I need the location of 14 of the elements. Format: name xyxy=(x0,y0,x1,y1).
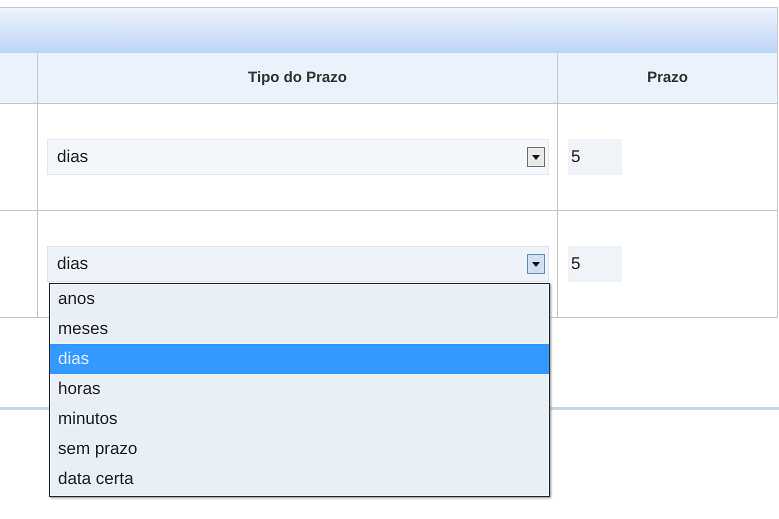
dropdown-option[interactable]: horas xyxy=(50,374,549,404)
dropdown-option[interactable]: anos xyxy=(50,284,549,314)
dropdown-option[interactable]: minutos xyxy=(50,404,549,434)
caret-icon xyxy=(527,254,545,274)
dropdown-field[interactable]: dias xyxy=(47,246,549,282)
column-header: Tipo do Prazo xyxy=(38,53,558,103)
dropdown-option[interactable]: data certa xyxy=(50,464,549,494)
caret-icon xyxy=(527,147,545,167)
dropdown-field[interactable]: dias xyxy=(47,139,549,175)
number-field[interactable]: 5 xyxy=(568,139,622,175)
dropdown-option[interactable]: sem prazo xyxy=(50,434,549,464)
number-field[interactable]: 5 xyxy=(568,246,622,282)
dropdown-option[interactable]: meses xyxy=(50,314,549,344)
column-header: Prazo xyxy=(646,68,689,88)
